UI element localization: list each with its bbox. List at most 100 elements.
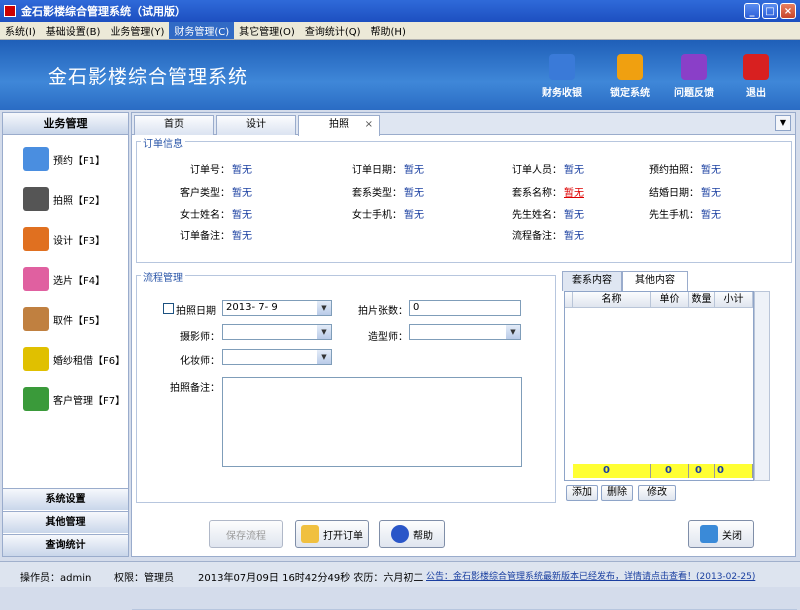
photo-date-checkbox[interactable] — [163, 303, 174, 314]
stylist-label: 造型师： — [368, 332, 408, 343]
tab-design[interactable]: 设计 — [216, 115, 296, 135]
order-info-title: 订单信息 — [141, 135, 185, 150]
reservation-photo-value: 暂无 — [701, 165, 721, 176]
photographer-label: 摄影师： — [180, 332, 220, 343]
question-icon — [391, 525, 409, 543]
chevron-down-icon: ▼ — [506, 325, 520, 339]
customer-icon — [23, 387, 49, 411]
title-bar: 金石影楼综合管理系统（试用版） _ □ × — [0, 0, 800, 22]
tab-package-content[interactable]: 套系内容 — [562, 271, 622, 291]
pencils-icon — [23, 227, 49, 251]
grid-scrollbar[interactable] — [754, 291, 770, 481]
order-staff-value: 暂无 — [564, 165, 584, 176]
photo-count-label: 拍片张数： — [358, 306, 408, 317]
help-button[interactable]: 帮助 — [379, 520, 445, 548]
order-date-value: 暂无 — [404, 165, 424, 176]
menu-help[interactable]: 帮助(H) — [366, 22, 411, 39]
items-grid: 名称 单价 数量 小计 0 0 0 0 — [564, 291, 754, 481]
menu-other[interactable]: 其它管理(O) — [234, 22, 300, 39]
makeup-label: 化妆师： — [180, 356, 220, 367]
photo-date-label: 拍照日期 — [176, 306, 216, 317]
exit-button[interactable]: 退出 — [726, 54, 786, 99]
customer-type-label: 客户类型： — [180, 188, 230, 199]
menu-business[interactable]: 业务管理(Y) — [105, 22, 169, 39]
process-notes-label: 流程备注： — [512, 231, 562, 242]
sidebar-footer-query[interactable]: 查询统计 — [3, 534, 128, 556]
maximize-button[interactable]: □ — [762, 3, 778, 19]
sidebar-item-design[interactable]: 设计【F3】 — [23, 227, 105, 251]
photo-date-picker[interactable]: 2013- 7- 9 ▼ — [222, 300, 332, 316]
stylist-select[interactable]: ▼ — [409, 324, 521, 340]
sidebar-header: 业务管理 — [3, 113, 128, 135]
photo-icon — [23, 267, 49, 291]
makeup-select[interactable]: ▼ — [222, 349, 332, 365]
delete-item-button[interactable]: 删除 — [601, 485, 633, 501]
tab-other-content[interactable]: 其他内容 — [622, 271, 688, 291]
sidebar-footer-other[interactable]: 其他管理 — [3, 511, 128, 533]
window-title: 金石影楼综合管理系统（试用版） — [21, 5, 186, 18]
grid-row-header — [565, 292, 573, 308]
edit-item-button[interactable]: 修改 — [638, 485, 676, 501]
lock-icon — [617, 54, 643, 80]
grid-header-name: 名称 — [573, 292, 651, 308]
menu-finance[interactable]: 财务管理(C) — [169, 22, 235, 39]
groom-name-label: 先生姓名： — [512, 210, 562, 221]
chevron-down-icon: ▼ — [317, 301, 331, 315]
package-name-value[interactable]: 暂无 — [564, 184, 584, 199]
content-tabs: 套系内容 其他内容 — [562, 271, 792, 291]
feedback-button[interactable]: 问题反馈 — [664, 54, 724, 99]
tab-dropdown-icon[interactable]: ▼ — [775, 115, 791, 131]
sidebar-footer-system-settings[interactable]: 系统设置 — [3, 488, 128, 510]
sidebar-item-photo[interactable]: 拍照【F2】 — [23, 187, 105, 211]
chevron-down-icon: ▼ — [317, 350, 331, 364]
process-notes-value: 暂无 — [564, 231, 584, 242]
lock-system-button[interactable]: 锁定系统 — [600, 54, 660, 99]
chevron-down-icon: ▼ — [317, 325, 331, 339]
wedding-date-value: 暂无 — [701, 188, 721, 199]
sidebar-item-dress-rental[interactable]: 婚纱租借【F6】 — [23, 347, 125, 371]
sidebar-item-reservation[interactable]: 预约【F1】 — [23, 147, 105, 171]
sidebar-item-customer[interactable]: 客户管理【F7】 — [23, 387, 125, 411]
power-icon — [743, 54, 769, 80]
sidebar-item-select[interactable]: 选片【F4】 — [23, 267, 105, 291]
grid-header-quantity: 数量 — [689, 292, 715, 308]
exit-door-icon — [700, 525, 718, 543]
bride-name-label: 女士姓名： — [180, 210, 230, 221]
camera-icon — [23, 187, 49, 211]
reservation-photo-label: 预约拍照： — [649, 165, 699, 176]
notice-link[interactable]: 公告：金石影楼综合管理系统最新版本已经发布，详情请点击查看！(2013-02-2… — [426, 569, 755, 582]
status-bar: 操作员：admin 权限：管理员 2013年07月09日 16时42分49秒 农… — [0, 561, 800, 587]
grid-header-price: 单价 — [651, 292, 689, 308]
app-title: 金石影楼综合管理系统 — [48, 66, 249, 88]
photo-notes-label: 拍照备注： — [170, 383, 220, 394]
dress-icon — [23, 347, 49, 371]
cashier-button[interactable]: 财务收银 — [532, 54, 592, 99]
operator-text: 操作员：admin — [20, 573, 92, 584]
minimize-button[interactable]: _ — [744, 3, 760, 19]
order-date-label: 订单日期： — [352, 165, 402, 176]
datetime-text: 2013年07月09日 16时42分49秒 农历：六月初二 — [198, 573, 424, 584]
menu-bar: 系统(I) 基础设置(B) 业务管理(Y) 财务管理(C) 其它管理(O) 查询… — [0, 22, 800, 40]
close-tab-icon[interactable]: × — [365, 116, 373, 134]
photo-notes-textarea[interactable] — [222, 377, 522, 467]
photo-count-input[interactable]: 0 — [409, 300, 521, 316]
menu-system[interactable]: 系统(I) — [0, 22, 41, 39]
add-item-button[interactable]: 添加 — [566, 485, 598, 501]
grid-total-price: 0 — [651, 464, 689, 478]
customer-type-value: 暂无 — [232, 188, 252, 199]
calendar-icon — [23, 147, 49, 171]
save-process-button[interactable]: 保存流程 — [209, 520, 283, 548]
wedding-date-label: 结婚日期： — [649, 188, 699, 199]
open-order-button[interactable]: 打开订单 — [295, 520, 369, 548]
menu-query[interactable]: 查询统计(Q) — [300, 22, 366, 39]
sidebar-item-pickup[interactable]: 取件【F5】 — [23, 307, 105, 331]
close-window-button[interactable]: × — [780, 3, 796, 19]
close-button[interactable]: 关闭 — [688, 520, 754, 548]
bride-phone-label: 女士手机： — [352, 210, 402, 221]
menu-basic-settings[interactable]: 基础设置(B) — [41, 22, 106, 39]
tab-photo[interactable]: 拍照 × — [298, 115, 380, 136]
groom-phone-label: 先生手机： — [649, 210, 699, 221]
photographer-select[interactable]: ▼ — [222, 324, 332, 340]
tab-home[interactable]: 首页 — [134, 115, 214, 135]
package-name-label: 套系名称： — [512, 188, 562, 199]
